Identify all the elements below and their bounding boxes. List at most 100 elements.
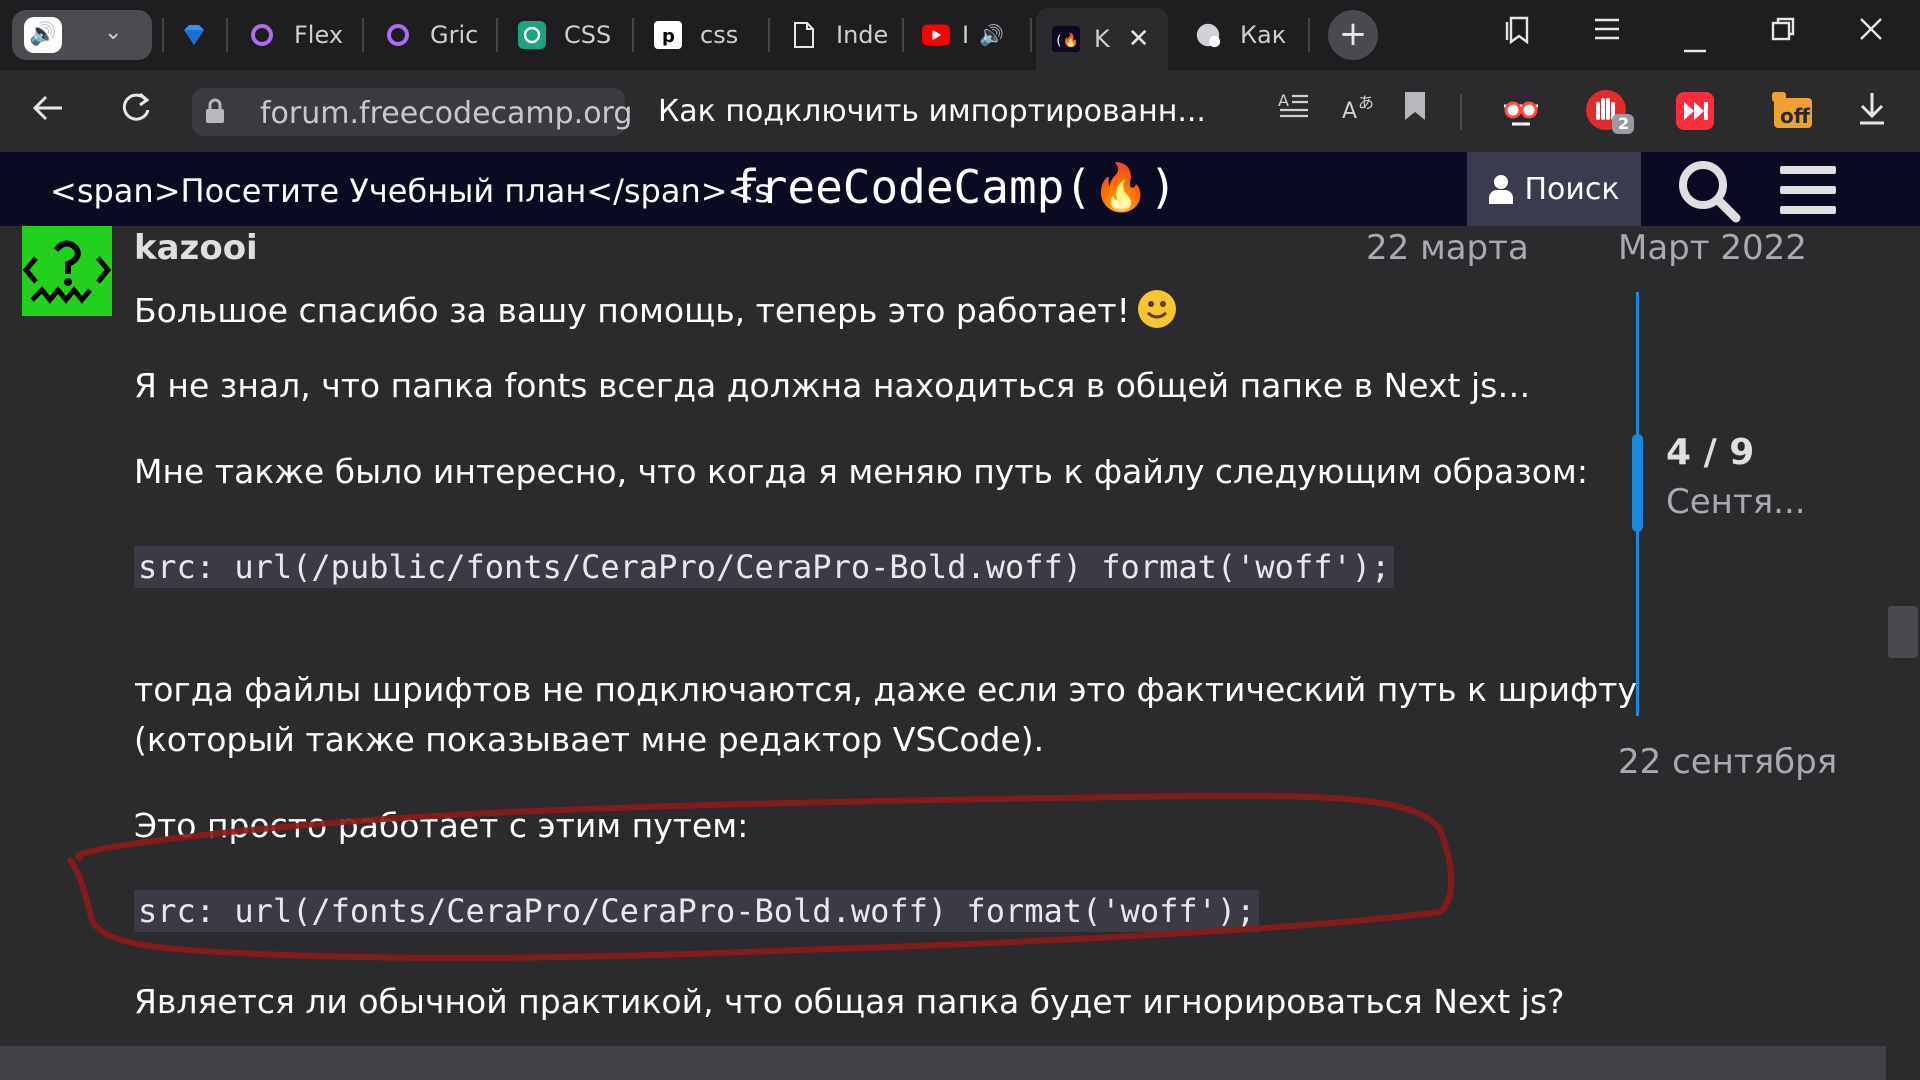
- tab-grid[interactable]: Gric: [384, 8, 492, 62]
- person-icon: [1489, 175, 1514, 204]
- tab-label: CSS: [564, 21, 612, 49]
- avatar[interactable]: [22, 226, 112, 316]
- download-icon[interactable]: [1856, 90, 1888, 135]
- adblock-extension-icon[interactable]: 2: [1584, 88, 1634, 134]
- forum-post: kazooi 22 марта Большое спасибо за вашу …: [0, 226, 1920, 1046]
- tab-label: Flex: [294, 21, 344, 49]
- tab-label: css: [700, 21, 739, 49]
- tab-css-chatgpt[interactable]: CSS: [518, 8, 628, 62]
- chevron-down-icon: ⌄: [104, 20, 123, 45]
- tab-divider: [768, 18, 770, 52]
- timeline-handle[interactable]: [1632, 434, 1643, 532]
- freecodecamp-icon: (🔥): [1052, 25, 1080, 53]
- browser-navigation-bar: forum.freecodecamp.org Как подключить им…: [0, 70, 1920, 152]
- glasses-extension-icon[interactable]: [1498, 88, 1544, 134]
- horizontal-scrollbar[interactable]: [0, 1046, 1886, 1080]
- tab-label: I: [962, 21, 970, 49]
- post-paragraph: (который также показывает мне редактор V…: [134, 720, 1045, 759]
- bookmark-icon[interactable]: [1402, 90, 1428, 131]
- scrollbar-corner: [1886, 1046, 1920, 1080]
- chatgpt-icon: [518, 21, 546, 49]
- extension-badge-count: 2: [1618, 114, 1630, 133]
- p-icon: p: [654, 21, 682, 49]
- post-paragraph: Большое спасибо за вашу помощь, теперь э…: [134, 288, 1178, 330]
- tab-divider: [632, 18, 634, 52]
- reader-mode-icon[interactable]: A: [1278, 90, 1310, 131]
- tab-divider: [902, 18, 904, 52]
- tab-audio-menu-button[interactable]: 🔊 ⌄: [12, 10, 152, 60]
- svg-text:A: A: [1342, 99, 1357, 124]
- ring-icon: [384, 21, 412, 49]
- search-button-label: Поиск: [1524, 171, 1620, 207]
- skip-extension-icon[interactable]: [1672, 88, 1718, 134]
- address-bar[interactable]: forum.freecodecamp.org: [192, 88, 632, 136]
- tab-index[interactable]: Inde: [790, 8, 900, 62]
- new-tab-button[interactable]: +: [1328, 10, 1378, 60]
- tab-pinned-vpn[interactable]: [180, 8, 226, 62]
- close-icon[interactable]: ✕: [1128, 24, 1150, 54]
- reload-icon[interactable]: [118, 90, 154, 135]
- tab-youtube[interactable]: I 🔊: [922, 8, 1022, 62]
- tab-label: Gric: [430, 21, 479, 49]
- tab-discourse[interactable]: Как: [1194, 8, 1306, 62]
- svg-text:A: A: [1278, 91, 1289, 110]
- back-arrow-icon[interactable]: [30, 90, 66, 135]
- off-extension-icon[interactable]: off: [1768, 88, 1814, 134]
- svg-text:(🔥): (🔥): [1055, 33, 1080, 49]
- extension-off-label: off: [1780, 104, 1810, 128]
- vertical-scrollbar-thumb[interactable]: [1888, 606, 1918, 658]
- code-snippet: src: url(/fonts/CeraPro/CeraPro-Bold.wof…: [134, 890, 1260, 932]
- post-date[interactable]: 22 марта: [1366, 228, 1529, 268]
- svg-text:p: p: [662, 26, 675, 47]
- tab-divider: [362, 18, 364, 52]
- lock-icon: [206, 98, 224, 123]
- restore-icon[interactable]: [1768, 14, 1798, 52]
- tab-css-p[interactable]: p css: [654, 8, 764, 62]
- post-paragraph: Я не знал, что папка fonts всегда должна…: [134, 366, 1531, 405]
- site-header: <span>Посетите Учебный план</span><s fre…: [0, 152, 1920, 226]
- timeline-position: 4 / 9: [1666, 432, 1755, 473]
- address-domain: forum.freecodecamp.org: [260, 96, 633, 131]
- post-paragraph: Это просто работает с этим путем:: [134, 806, 749, 845]
- minimize-icon[interactable]: [1680, 30, 1710, 65]
- tab-audio-icon[interactable]: 🔊: [979, 23, 1004, 47]
- menu-icon[interactable]: [1592, 14, 1622, 52]
- tab-flex[interactable]: Flex: [248, 8, 356, 62]
- speaker-icon: 🔊: [24, 17, 62, 53]
- svg-text:あ: あ: [1358, 93, 1374, 112]
- youtube-icon: [922, 21, 950, 49]
- toolbar-divider: [1460, 94, 1462, 130]
- page-title: Как подключить импортированн...: [658, 94, 1206, 129]
- tab-divider: [162, 18, 164, 52]
- document-icon: [790, 21, 818, 49]
- ring-icon: [248, 21, 276, 49]
- search-button[interactable]: Поиск: [1467, 152, 1641, 226]
- translate-icon[interactable]: Aあ: [1342, 90, 1378, 133]
- skip-to-curriculum-link[interactable]: <span>Посетите Учебный план</span><s: [50, 172, 771, 210]
- post-paragraph: тогда файлы шрифтов не подключаются, даж…: [134, 670, 1637, 709]
- diamond-icon: [180, 21, 208, 49]
- browser-tab-strip: 🔊 ⌄ Flex Gric CSS p css Inde I 🔊 (🔥 K ✕ …: [0, 0, 1920, 70]
- hamburger-menu-icon[interactable]: [1778, 162, 1838, 218]
- timeline-start-label[interactable]: Март 2022: [1618, 228, 1807, 268]
- timeline-end-label[interactable]: 22 сентября: [1618, 742, 1837, 782]
- paragraph-text: Большое спасибо за вашу помощь, теперь э…: [134, 291, 1130, 330]
- code-snippet: src: url(/public/fonts/CeraPro/CeraPro-B…: [134, 546, 1395, 588]
- post-paragraph: Является ли обычной практикой, что общая…: [134, 982, 1565, 1021]
- post-paragraph: Мне также было интересно, что когда я ме…: [134, 452, 1588, 491]
- smile-emoji-icon: [1137, 290, 1176, 328]
- tab-divider: [1308, 18, 1310, 52]
- tab-freecodecamp-active[interactable]: (🔥) K ✕: [1036, 8, 1168, 70]
- post-author[interactable]: kazooi: [134, 228, 258, 268]
- tab-divider: [496, 18, 498, 52]
- tab-divider: [1030, 18, 1032, 52]
- search-icon[interactable]: [1676, 158, 1742, 224]
- window-close-icon[interactable]: [1856, 14, 1886, 52]
- timeline-position-date: Сентя...: [1666, 482, 1806, 522]
- freecodecamp-logo[interactable]: freeCodeCamp(🔥): [732, 160, 1177, 215]
- tab-label: Как: [1240, 21, 1287, 49]
- tab-divider: [226, 18, 228, 52]
- tab-label: Inde: [836, 21, 889, 49]
- tab-label: K: [1094, 25, 1110, 53]
- collections-icon[interactable]: [1502, 14, 1534, 54]
